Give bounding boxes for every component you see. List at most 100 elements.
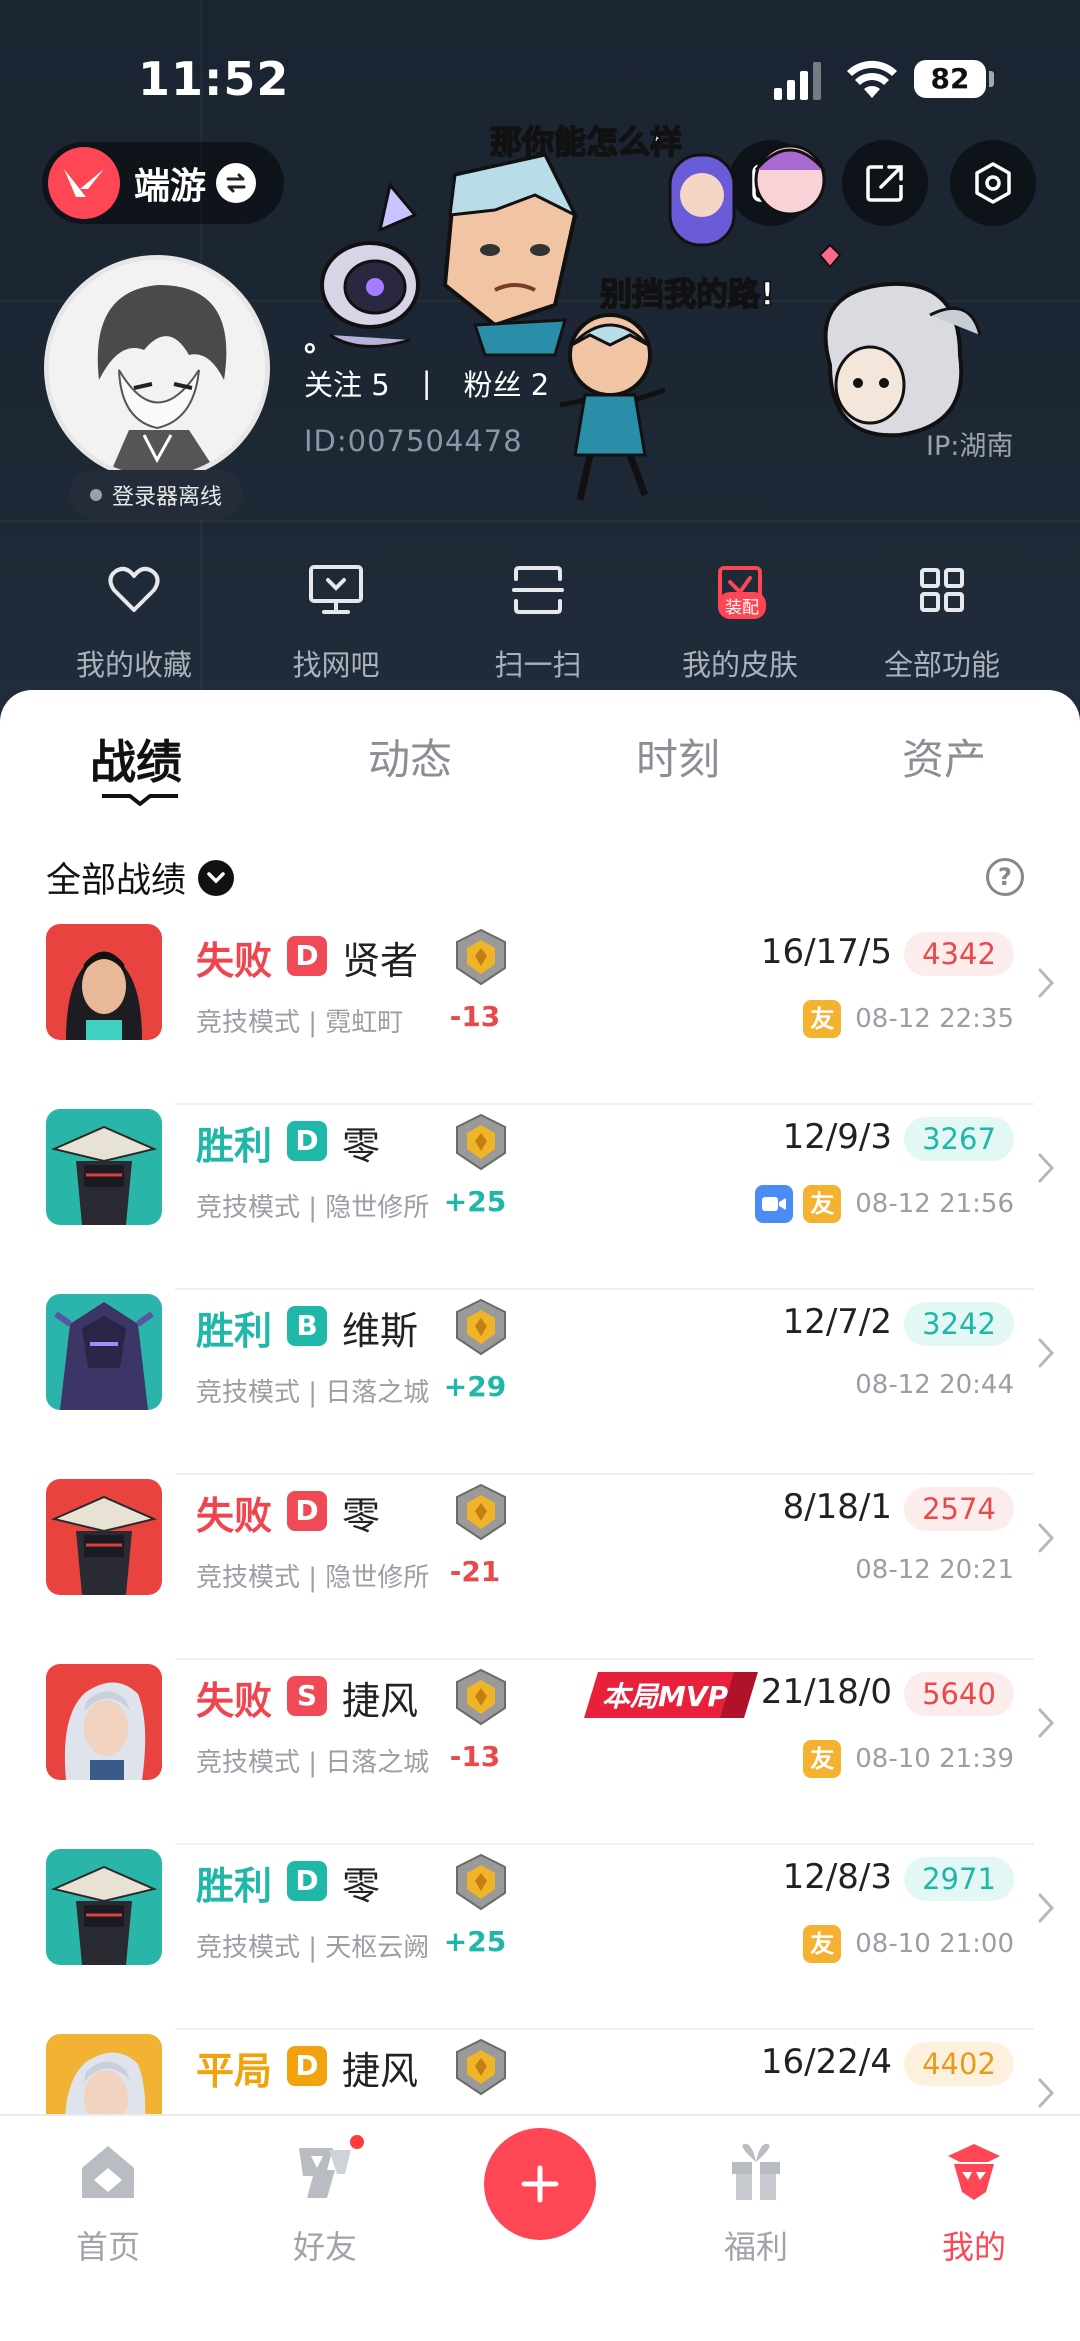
nav-home[interactable]: 首页 bbox=[38, 2140, 178, 2268]
sticker-text-2: 别挡我的路! bbox=[600, 275, 775, 313]
rr-change: -13 bbox=[449, 1740, 501, 1773]
rank-tier-icon bbox=[456, 1483, 506, 1541]
agent-name: 捷风 bbox=[342, 1679, 419, 1723]
quick-actions: 我的收藏 找网吧 扫一扫 装配 我的皮肤 全部功能 bbox=[0, 560, 1080, 690]
match-row[interactable]: 胜利 D 零 竞技模式 | 天枢云阙 +25 12/8/3 2971 友 08-… bbox=[0, 1845, 1080, 2030]
agent-portrait-sage bbox=[46, 924, 162, 1040]
rank-badge: D bbox=[287, 1861, 327, 1901]
kda: 21/18/0 bbox=[760, 1672, 892, 1712]
match-time: 08-10 21:00 bbox=[855, 1929, 1014, 1959]
nav-label: 福利 bbox=[723, 2228, 788, 2266]
nav-label: 首页 bbox=[75, 2228, 140, 2266]
ghost-sticker bbox=[823, 281, 982, 438]
mvp-badge: 本局MVP bbox=[584, 1672, 758, 1718]
notification-dot bbox=[347, 2132, 367, 2152]
quick-action-favorites[interactable]: 我的收藏 bbox=[33, 560, 235, 690]
tab-feed[interactable]: 动态 bbox=[368, 726, 452, 787]
rr-change: -13 bbox=[449, 1000, 501, 1033]
game-name: 端游 bbox=[134, 166, 207, 207]
fans-count-link[interactable]: 粉丝 2 bbox=[463, 362, 549, 404]
rank-badge: D bbox=[287, 1491, 327, 1531]
fans-label: 粉丝 bbox=[463, 368, 522, 402]
rank-badge: D bbox=[287, 936, 327, 976]
follow-count-link[interactable]: 关注 5 bbox=[304, 362, 390, 404]
home-icon bbox=[82, 2146, 134, 2198]
chevron-down-icon bbox=[198, 859, 235, 896]
match-row[interactable]: 失败 D 贤者 竞技模式 | 霓虹町 -13 16/17/5 4342 友 08… bbox=[0, 920, 1080, 1105]
grid-icon bbox=[912, 560, 972, 620]
rank-badge: D bbox=[287, 2046, 327, 2086]
chevron-right-icon bbox=[1038, 2078, 1055, 2108]
match-result: 胜利 bbox=[196, 1309, 273, 1353]
kda: 12/8/3 bbox=[782, 1857, 892, 1897]
equip-badge: 装配 bbox=[718, 592, 766, 619]
follow-stats: 关注 5 | 粉丝 2 bbox=[304, 362, 549, 404]
kda: 16/22/4 bbox=[760, 2042, 892, 2082]
tab-assets[interactable]: 资产 bbox=[902, 726, 986, 787]
score-badge: 2574 bbox=[904, 1487, 1014, 1531]
avatar[interactable] bbox=[44, 255, 270, 481]
scan-icon bbox=[508, 560, 568, 620]
match-row[interactable]: 胜利 D 零 竞技模式 | 隐世修所 +25 12/9/3 3267 友 08-… bbox=[0, 1105, 1080, 1290]
avatar-image bbox=[49, 260, 265, 476]
score-badge: 4342 bbox=[904, 932, 1014, 976]
chevron-right-icon bbox=[1038, 1893, 1055, 1923]
rank-tier-icon bbox=[456, 1668, 506, 1726]
match-row[interactable]: 失败 D 零 竞技模式 | 隐世修所 -21 8/18/1 2574 08-12… bbox=[0, 1475, 1080, 1660]
agent-portrait-jett bbox=[46, 1664, 162, 1780]
match-row[interactable]: 失败 S 捷风 竞技模式 | 日落之城 -13 本局MVP 21/18/0 56… bbox=[0, 1660, 1080, 1845]
tab-indicator bbox=[102, 794, 178, 806]
match-time-line: 友 08-12 22:35 bbox=[803, 1000, 1014, 1038]
video-camera-icon bbox=[755, 1185, 794, 1223]
nav-welfare[interactable]: 福利 bbox=[686, 2140, 826, 2268]
friend-tag: 友 bbox=[803, 1000, 842, 1038]
match-mode-map: 竞技模式 | 日落之城 bbox=[196, 1378, 430, 1408]
match-time: 08-10 21:39 bbox=[855, 1744, 1014, 1774]
rr-change: +25 bbox=[443, 1185, 507, 1218]
content-card: 战绩 动态 时刻 资产 全部战绩 ? 失败 D 贤者 竞技模式 | 霓虹町 -1… bbox=[0, 690, 1080, 2341]
agent-portrait-vyse bbox=[46, 1294, 162, 1410]
match-result: 失败 bbox=[196, 1494, 273, 1538]
match-row[interactable]: 胜利 B 维斯 竞技模式 | 日落之城 +29 12/7/2 3242 08-1… bbox=[0, 1290, 1080, 1475]
follow-count: 5 bbox=[371, 368, 390, 402]
agent-name: 贤者 bbox=[342, 939, 419, 983]
chevron-right-icon bbox=[1038, 1523, 1055, 1553]
match-mode-map: 竞技模式 | 日落之城 bbox=[196, 1748, 430, 1778]
nav-label: 我的 bbox=[941, 2228, 1006, 2266]
stats-separator: | bbox=[421, 366, 432, 400]
match-time-line: 08-12 20:21 bbox=[855, 1555, 1014, 1585]
match-result: 失败 bbox=[196, 939, 273, 983]
quick-action-skins[interactable]: 装配 我的皮肤 bbox=[639, 560, 841, 690]
nav-me[interactable]: 我的 bbox=[904, 2140, 1044, 2268]
game-switch-button[interactable]: 端游 bbox=[42, 142, 284, 224]
bg-line bbox=[0, 520, 1080, 522]
rank-tier-icon bbox=[456, 1298, 506, 1356]
quick-action-internet-cafe[interactable]: 找网吧 bbox=[235, 560, 437, 690]
rr-change: -21 bbox=[449, 1555, 501, 1588]
plus-icon bbox=[521, 2165, 559, 2203]
rank-tier-icon bbox=[456, 1113, 506, 1171]
profile-icon bbox=[948, 2144, 1000, 2200]
match-time: 08-12 20:44 bbox=[855, 1370, 1014, 1400]
agent-portrait-chamber bbox=[46, 1109, 162, 1225]
match-time: 08-12 21:56 bbox=[855, 1189, 1014, 1219]
quick-action-scan[interactable]: 扫一扫 bbox=[437, 560, 639, 690]
create-post-button[interactable] bbox=[484, 2128, 596, 2240]
friends-icon bbox=[293, 2132, 367, 2204]
tab-records[interactable]: 战绩 bbox=[90, 726, 182, 792]
nav-friends[interactable]: 好友 bbox=[255, 2132, 395, 2268]
user-ip-location: IP:湖南 bbox=[926, 431, 1014, 462]
tab-moments[interactable]: 时刻 bbox=[636, 726, 720, 787]
login-status-text: 登录器离线 bbox=[111, 485, 222, 510]
quick-action-all-features[interactable]: 全部功能 bbox=[841, 560, 1043, 690]
help-icon[interactable]: ? bbox=[986, 858, 1024, 896]
chevron-right-icon bbox=[1038, 1708, 1055, 1738]
rank-badge: B bbox=[287, 1306, 327, 1346]
match-time: 08-12 20:21 bbox=[855, 1555, 1014, 1585]
match-time-line: 友 08-10 21:00 bbox=[803, 1925, 1014, 1963]
score-badge: 5640 bbox=[904, 1672, 1014, 1716]
battery-level: 82 bbox=[914, 60, 986, 98]
records-filter[interactable]: 全部战绩 bbox=[46, 852, 235, 903]
quick-action-label: 我的收藏 bbox=[75, 648, 192, 682]
match-list: 失败 D 贤者 竞技模式 | 霓虹町 -13 16/17/5 4342 友 08… bbox=[0, 920, 1080, 2215]
